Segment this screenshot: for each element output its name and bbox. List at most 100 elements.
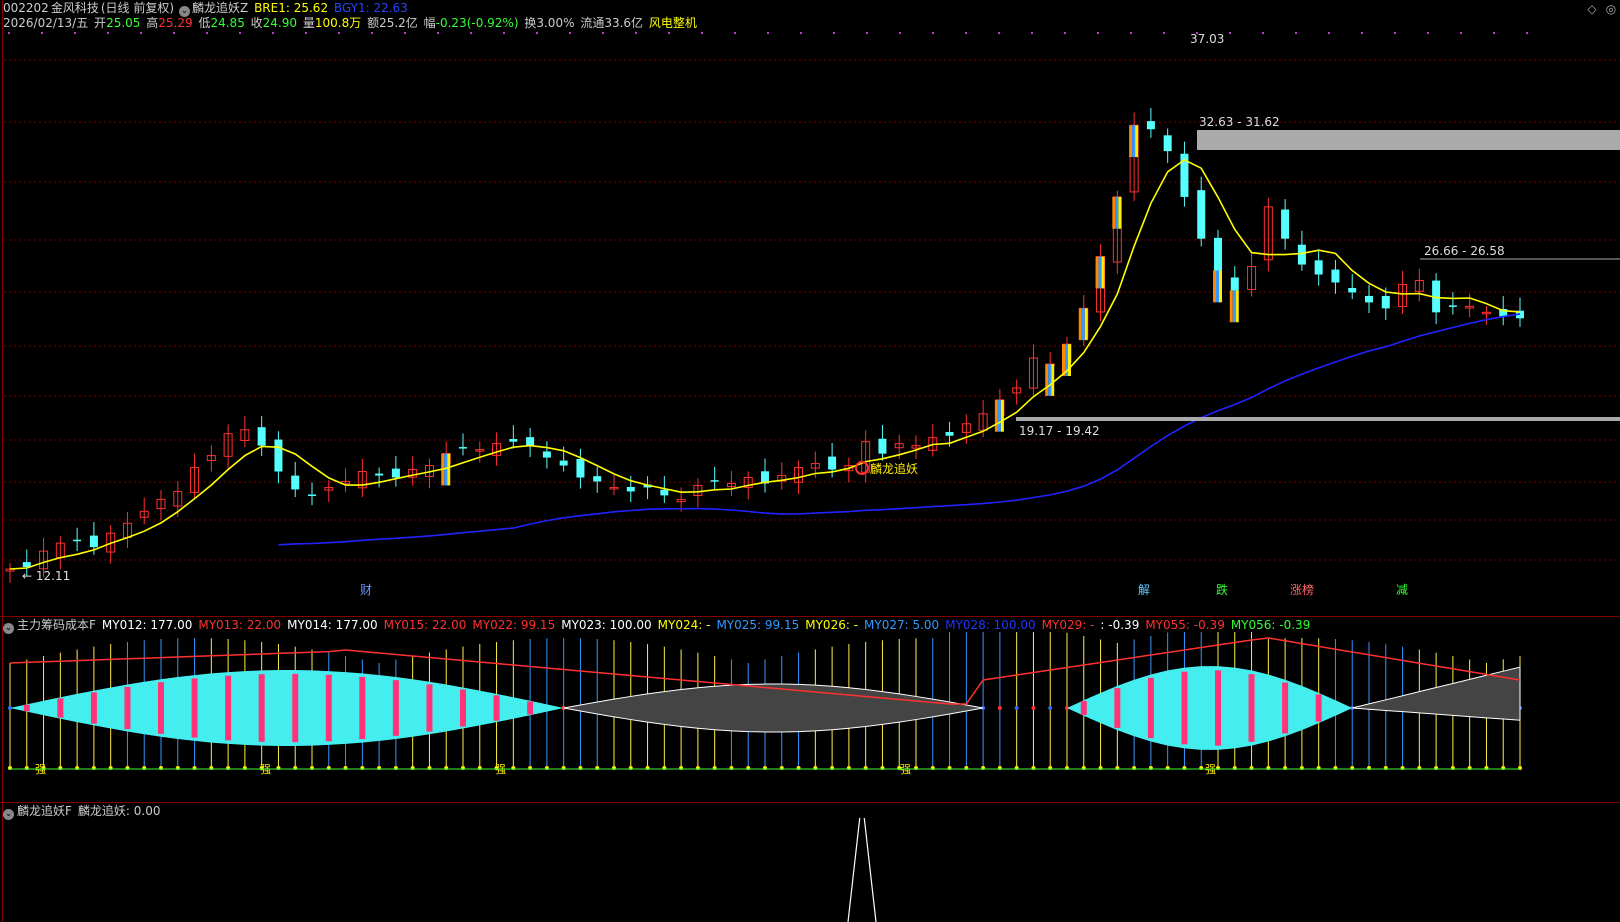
panel2-value-0: MY012: 177.00 <box>101 618 193 632</box>
stripe <box>1051 364 1055 396</box>
limit-up-candle <box>1045 364 1055 396</box>
top-marker <box>668 32 670 34</box>
top-marker <box>74 32 76 34</box>
top-marker <box>8 32 10 34</box>
top-marker <box>536 32 538 34</box>
candle-body <box>559 460 568 466</box>
stripe <box>1219 270 1222 303</box>
top-marker <box>503 32 505 34</box>
candle-body <box>626 486 635 492</box>
top-marker <box>1229 32 1231 34</box>
stripe <box>1068 344 1071 376</box>
stripe <box>1118 196 1122 229</box>
stripe <box>1078 308 1082 341</box>
top-marker <box>338 32 340 34</box>
candle-body <box>459 447 467 449</box>
period-label[interactable]: (日线 前复权) <box>101 1 174 15</box>
zone-mid-label: 26.66 - 26.58 <box>1424 244 1505 258</box>
top-marker <box>1361 32 1363 34</box>
low-price-label: ← 12.11 <box>22 569 70 583</box>
stock-name[interactable]: 金风科技 <box>51 1 99 15</box>
chip-stripe <box>1181 671 1188 745</box>
concept-tag[interactable]: 风电整机 <box>649 16 697 30</box>
zoom-icon[interactable]: ◎ <box>1604 2 1618 16</box>
event-tag-2: 跌 <box>1216 582 1228 597</box>
candle-body <box>1230 277 1239 291</box>
top-marker <box>701 32 703 34</box>
chip-stripe <box>493 695 500 721</box>
stripe <box>1045 364 1049 396</box>
chg-label: 幅 <box>423 16 436 30</box>
chip-cost-indicator[interactable]: 强强强强强 <box>0 632 1620 802</box>
stripe <box>1112 196 1116 229</box>
panel2-value-5: MY023: 100.00 <box>561 618 652 632</box>
header-row-1: 002202 金风科技 (日线 前复权) ⌄ 麟龙追妖Z BRE1: 25.62 BGY… <box>3 1 410 17</box>
stripe <box>1101 256 1105 289</box>
panel2-value-13: MY055: -0.39 <box>1145 618 1225 632</box>
candle-body <box>710 480 719 482</box>
top-marker <box>41 32 43 34</box>
stripe <box>1000 399 1004 432</box>
candle-body <box>1297 244 1306 265</box>
chg-value: -0.23(-0.92%) <box>435 16 519 30</box>
linlong-signal-indicator[interactable] <box>0 818 1620 922</box>
panel2-value-12: : -0.39 <box>1100 618 1140 632</box>
chip-stripe <box>23 704 30 712</box>
bgy-value: BGY1: 22.63 <box>333 1 408 15</box>
top-marker <box>635 32 637 34</box>
open-value: 25.05 <box>106 16 141 30</box>
top-marker <box>371 32 373 34</box>
stripe <box>1062 344 1065 376</box>
chip-stripe <box>325 674 332 742</box>
scroll-up-icon[interactable]: ◇ <box>1585 2 1599 16</box>
top-marker <box>173 32 175 34</box>
top-marker <box>800 32 802 34</box>
panel2-value-10: MY028: 100.00 <box>945 618 1036 632</box>
amt-label: 额 <box>367 16 380 30</box>
vol-value: 100.8万 <box>314 16 362 30</box>
limit-up-candle <box>1112 196 1122 229</box>
top-marker <box>965 32 967 34</box>
midline-dot <box>997 706 1002 710</box>
top-marker <box>305 32 307 34</box>
indicator-name[interactable]: 麟龙追妖Z <box>192 1 248 15</box>
chip-stripe <box>258 674 265 742</box>
panel-divider-1 <box>0 616 1620 617</box>
candlestick-chart[interactable]: 37.03 ← 12.11 32.63 - 31.62 26.66 - 26.58 19… <box>0 30 1620 602</box>
stripe <box>1095 256 1099 289</box>
chip-stripe <box>1080 701 1087 715</box>
top-marker <box>437 32 439 34</box>
candle-body <box>1163 135 1172 152</box>
candle-body <box>1197 190 1206 239</box>
date-label: 2026/02/13/五 <box>3 16 89 30</box>
top-marker <box>1031 32 1033 34</box>
limit-up-candle <box>1095 256 1105 289</box>
resistance-zone-top <box>1197 130 1620 150</box>
candle-body <box>593 476 602 482</box>
stripe <box>1235 290 1239 323</box>
top-marker <box>239 32 241 34</box>
stripe <box>1216 270 1219 303</box>
panel2-value-6: MY024: - <box>657 618 711 632</box>
header-row-2: 2026/02/13/五 开25.05 高25.29 低24.85 收24.90… <box>3 16 699 30</box>
top-marker <box>404 32 406 34</box>
event-tag-1: 解 <box>1138 583 1150 597</box>
bre-value: BRE1: 25.62 <box>254 1 329 15</box>
chip-stripe <box>292 673 299 743</box>
stock-code[interactable]: 002202 <box>3 1 49 15</box>
candle-body <box>274 439 283 472</box>
candle-body <box>1314 260 1323 275</box>
panel2-value-8: MY026: - <box>805 618 859 632</box>
quote-header: 002202 金风科技 (日线 前复权) ⌄ 麟龙追妖Z BRE1: 25.62 BGY… <box>0 0 1620 34</box>
chip-stripe <box>1282 682 1289 734</box>
top-marker <box>602 32 604 34</box>
top-marker <box>1163 32 1165 34</box>
panel2-title[interactable]: 主力筹码成本F <box>17 618 96 632</box>
candle-body <box>375 473 384 476</box>
stripe <box>1213 270 1216 303</box>
candle-body <box>257 427 266 446</box>
top-marker <box>1097 32 1099 34</box>
panel3-title[interactable]: 麟龙追妖F <box>17 804 72 818</box>
midline-dot <box>1048 706 1053 710</box>
stripe <box>1132 125 1136 158</box>
